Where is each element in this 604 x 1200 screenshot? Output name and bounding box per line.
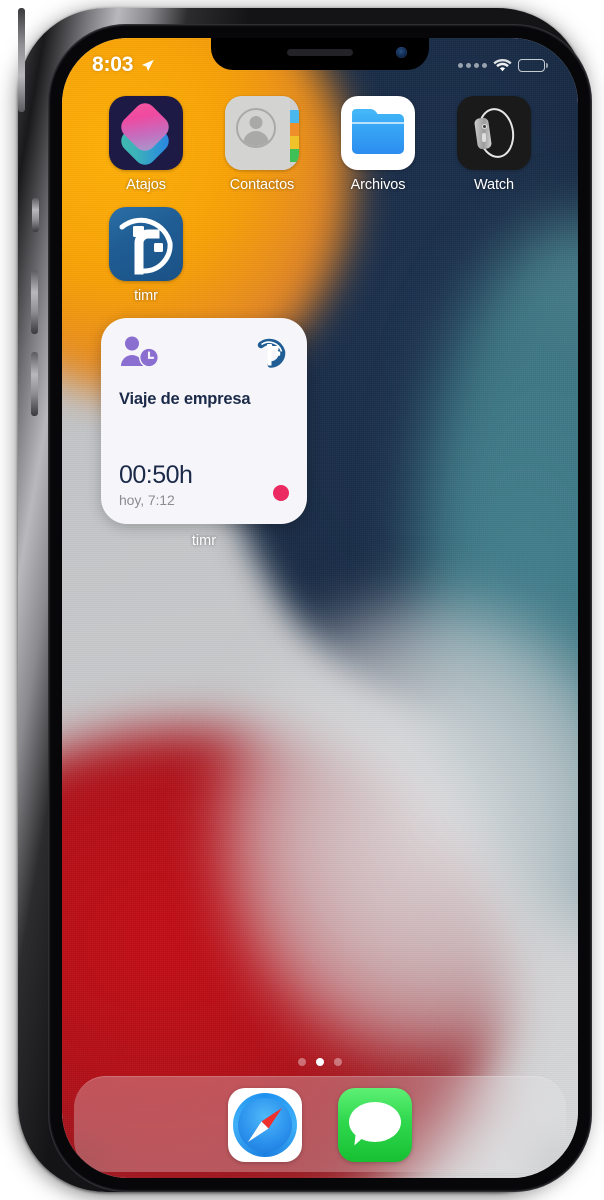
timr-app-icon[interactable] — [109, 207, 183, 281]
app-row-1: Atajos Contactos Archivos Watch — [88, 96, 552, 207]
timr-logo-glyph — [257, 338, 286, 368]
mute-switch-button[interactable] — [32, 198, 39, 232]
dock-slot-4 — [430, 1088, 540, 1162]
app-label: Contactos — [229, 177, 295, 193]
dock-app-messages[interactable] — [320, 1087, 430, 1162]
status-bar-left: 8:03 — [92, 53, 155, 77]
power-button[interactable] — [18, 8, 25, 112]
app-timr[interactable]: timr — [88, 207, 204, 304]
widget-row: Viaje de empresa 00:50h hoy, 7:12 timr — [88, 318, 552, 549]
messages-icon[interactable] — [338, 1087, 412, 1162]
dock-slot-1 — [100, 1088, 210, 1162]
display-notch — [211, 38, 429, 70]
widget-time-block: 00:50h hoy, 7:12 — [119, 461, 193, 509]
timr-widget-cell[interactable]: Viaje de empresa 00:50h hoy, 7:12 timr — [88, 318, 320, 549]
phone-device-frame: 8:03 Atajos Contactos Archivos Watch tim… — [18, 8, 592, 1192]
widget-label: timr — [191, 533, 217, 549]
page-dot-1[interactable] — [298, 1058, 306, 1066]
page-indicator[interactable] — [62, 1058, 578, 1066]
timr-logo-icon — [257, 336, 289, 368]
volume-up-button[interactable] — [31, 270, 38, 334]
safari-icon[interactable] — [228, 1087, 302, 1162]
widget-header — [119, 336, 289, 368]
battery-full-icon — [517, 58, 548, 72]
app-files[interactable]: Archivos — [320, 96, 436, 193]
shortcuts-icon[interactable] — [109, 96, 183, 170]
recording-status-dot — [273, 485, 289, 501]
person-clock-icon — [121, 336, 159, 368]
page-dot-3[interactable] — [334, 1058, 342, 1066]
speaker-grille-icon — [287, 49, 353, 56]
app-watch[interactable]: Watch — [436, 96, 552, 193]
app-label: timr — [134, 288, 158, 304]
location-arrow-icon — [142, 59, 154, 72]
page-dot-2-active[interactable] — [316, 1058, 324, 1066]
front-camera-icon — [396, 47, 407, 58]
signal-dots-icon — [457, 62, 487, 68]
dock-apps — [100, 1087, 540, 1162]
files-icon[interactable] — [341, 96, 415, 170]
contacts-icon[interactable] — [225, 96, 299, 170]
volume-down-button[interactable] — [31, 352, 38, 416]
app-label: Watch — [473, 177, 515, 193]
app-shortcuts[interactable]: Atajos — [88, 96, 204, 193]
status-bar-right — [457, 58, 548, 73]
widget-footer: 00:50h hoy, 7:12 — [119, 462, 289, 508]
app-row-2: timr — [88, 207, 552, 318]
home-screen: Atajos Contactos Archivos Watch timr Via… — [62, 38, 578, 1178]
timr-widget[interactable]: Viaje de empresa 00:50h hoy, 7:12 — [101, 318, 307, 524]
app-contacts[interactable]: Contactos — [204, 96, 320, 193]
wifi-icon — [492, 58, 512, 71]
widget-start-time: hoy, 7:12 — [119, 492, 175, 508]
widget-duration: 00:50h — [119, 461, 193, 489]
dock-app-safari[interactable] — [210, 1087, 320, 1162]
watch-icon[interactable] — [457, 96, 531, 170]
app-label: Archivos — [350, 177, 406, 193]
phone-screen: 8:03 Atajos Contactos Archivos Watch tim… — [62, 38, 578, 1178]
status-bar-clock: 8:03 — [92, 53, 134, 76]
dock — [74, 1076, 566, 1172]
timr-logo-glyph — [119, 217, 173, 275]
app-label: Atajos — [126, 177, 166, 193]
widget-task-title: Viaje de empresa — [119, 390, 251, 408]
